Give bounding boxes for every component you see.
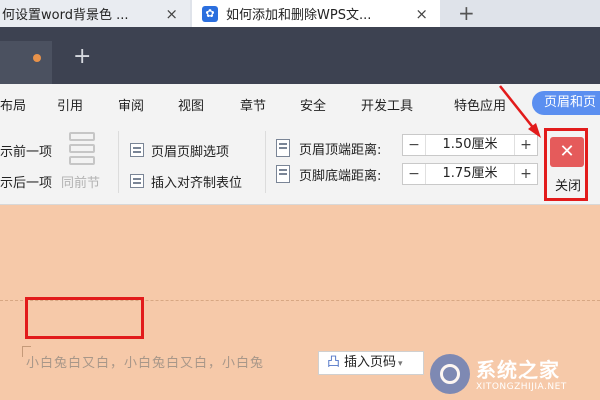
annotation-arrow bbox=[499, 85, 541, 138]
watermark-logo-icon bbox=[430, 354, 470, 394]
watermark-url: XITONGZHIJIA.NET bbox=[476, 382, 567, 392]
site-watermark: 系统之家 XITONGZHIJIA.NET bbox=[430, 352, 598, 398]
watermark-name: 系统之家 bbox=[476, 358, 560, 382]
